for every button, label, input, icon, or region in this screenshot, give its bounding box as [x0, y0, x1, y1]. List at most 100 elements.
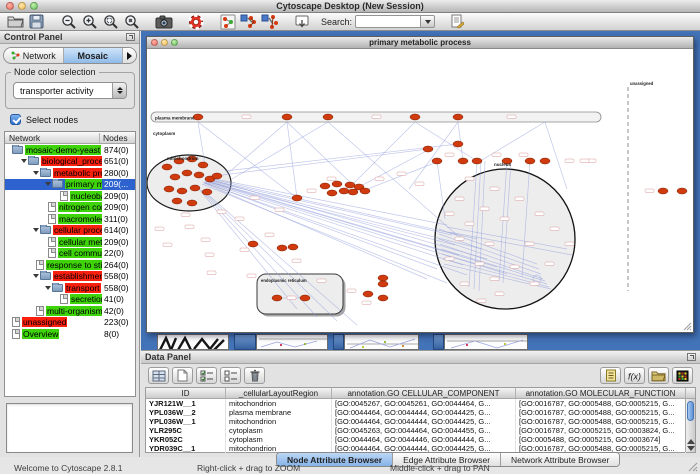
float-panel-icon[interactable] — [687, 353, 696, 361]
tree-row[interactable]: secretion41(0) — [5, 294, 135, 306]
network-node[interactable] — [170, 174, 180, 180]
network-node[interactable] — [187, 200, 197, 206]
network-node[interactable] — [363, 291, 373, 297]
tree-expand-icon[interactable] — [44, 286, 52, 290]
tree-row[interactable]: biological_process651(0) — [5, 156, 135, 168]
attribute-matrix-icon[interactable] — [148, 367, 169, 384]
tab-network-attribute-browser[interactable]: Network Attribute Browser — [501, 453, 619, 466]
network-node[interactable] — [453, 141, 463, 147]
tree-row[interactable]: cell communicat22(0) — [5, 248, 135, 260]
network-node[interactable] — [453, 114, 463, 120]
tree-row[interactable]: transport558(0) — [5, 282, 135, 294]
zoom-out-icon[interactable] — [58, 13, 79, 30]
background-window-fragment[interactable] — [344, 334, 419, 350]
scroll-down-icon[interactable] — [687, 446, 695, 451]
tree-row[interactable]: primary metabo209(... — [5, 179, 135, 191]
save-icon[interactable] — [26, 13, 47, 30]
network-node[interactable] — [327, 190, 337, 196]
heatmap-view-icon[interactable] — [672, 367, 693, 384]
annotation-box-icon[interactable] — [291, 13, 312, 30]
node-color-dropdown[interactable]: transporter activity — [13, 82, 127, 99]
birds-eye-view[interactable] — [6, 403, 133, 453]
float-panel-icon[interactable] — [126, 33, 135, 41]
import-attributes-folder-icon[interactable] — [648, 367, 669, 384]
network-node[interactable] — [410, 114, 420, 120]
network-node[interactable] — [190, 185, 200, 191]
tree-row[interactable]: response to stimulu264(0) — [5, 259, 135, 271]
tree-row[interactable]: nucleobase-209(0) — [5, 190, 135, 202]
network-node[interactable] — [360, 188, 370, 194]
more-tabs-button[interactable] — [123, 48, 136, 63]
tree-column-nodes[interactable]: Nodes — [100, 133, 135, 143]
network-node[interactable] — [182, 170, 192, 176]
network-node[interactable] — [378, 275, 388, 281]
network-node[interactable] — [164, 186, 174, 192]
network-node[interactable] — [248, 241, 258, 247]
network-node[interactable] — [288, 244, 298, 250]
tree-row[interactable]: multi-organism pro42(0) — [5, 305, 135, 317]
tree-expand-icon[interactable] — [32, 171, 40, 175]
network-node[interactable] — [339, 188, 349, 194]
network-node[interactable] — [194, 172, 204, 178]
table-column-header[interactable]: annotation.GO CELLULAR_COMPONENT — [332, 388, 516, 398]
network-node[interactable] — [458, 158, 468, 164]
background-window-titlebar[interactable] — [333, 334, 344, 350]
tree-expand-icon[interactable] — [20, 159, 28, 163]
app-resize-grip[interactable] — [687, 461, 698, 472]
network-overview-icon[interactable] — [217, 13, 238, 30]
app-titlebar[interactable]: Cytoscape Desktop (New Session) — [0, 0, 700, 13]
network-node[interactable] — [202, 189, 212, 195]
table-column-header[interactable]: annotation.GO MOLECULAR_FUNCTION — [516, 388, 686, 398]
network-node[interactable] — [345, 182, 355, 188]
network-node[interactable] — [378, 295, 388, 301]
tree-row[interactable]: nitrogen compo209(0) — [5, 202, 135, 214]
background-window-fragment[interactable] — [444, 334, 528, 350]
tab-network[interactable]: Network — [4, 48, 64, 63]
table-row[interactable]: YLR295Ccytoplasm[GO:0045263, GO:0044464,… — [146, 426, 695, 435]
tree-row[interactable]: cellular process614(0) — [5, 225, 135, 237]
network-node[interactable] — [320, 183, 330, 189]
network-node[interactable] — [212, 173, 222, 179]
tab-mosaic[interactable]: Mosaic — [64, 48, 124, 63]
network-node[interactable] — [177, 188, 187, 194]
tree-expand-icon[interactable] — [32, 228, 40, 232]
network-node[interactable] — [423, 146, 433, 152]
scrollbar-arrows[interactable] — [686, 439, 696, 451]
table-row[interactable]: YJR121W__1mitochondrion[GO:0045267, GO:0… — [146, 399, 695, 408]
scroll-up-icon[interactable] — [687, 439, 695, 444]
search-dropdown-button[interactable] — [421, 15, 435, 28]
tree-row[interactable]: establishment of lo558(0) — [5, 271, 135, 283]
new-attribute-icon[interactable] — [172, 367, 193, 384]
zoom-in-icon[interactable] — [79, 13, 100, 30]
function-builder-icon[interactable]: f(x) — [624, 367, 645, 384]
table-column-header[interactable]: _cellularLayoutRegion — [226, 388, 332, 398]
network-node[interactable] — [300, 295, 310, 301]
tree-row[interactable]: macromolecule311(0) — [5, 213, 135, 225]
help-ring-icon[interactable] — [185, 13, 206, 30]
network-node[interactable] — [282, 114, 292, 120]
zoom-fit-icon[interactable] — [100, 13, 121, 30]
table-row[interactable]: YPL036W__2plasma membrane[GO:0044464, GO… — [146, 408, 695, 417]
tree-row[interactable]: cellular metabol209(0) — [5, 236, 135, 248]
network-node[interactable] — [658, 188, 668, 194]
select-attributes-icon[interactable] — [196, 367, 217, 384]
background-window-titlebar[interactable] — [234, 334, 256, 350]
network-node[interactable] — [348, 189, 358, 195]
window-resize-grip[interactable] — [682, 321, 692, 331]
tree-row[interactable]: Overview8(0) — [5, 328, 135, 340]
background-window-fragment[interactable] — [256, 334, 328, 350]
network-node[interactable] — [198, 162, 208, 168]
network-node[interactable] — [472, 158, 482, 164]
tree-expand-icon[interactable] — [44, 182, 52, 186]
snapshot-camera-icon[interactable] — [153, 13, 174, 30]
tree-expand-icon[interactable] — [32, 274, 40, 278]
network-node[interactable] — [378, 281, 388, 287]
tree-row[interactable]: mosaic-demo-yeast874(0) — [5, 144, 135, 156]
network-node[interactable] — [540, 158, 550, 164]
network-node[interactable] — [272, 295, 282, 301]
background-window-fragment[interactable] — [157, 334, 229, 350]
network-node[interactable] — [432, 158, 442, 164]
search-input[interactable] — [355, 15, 421, 28]
open-folder-icon[interactable] — [5, 13, 26, 30]
network-canvas[interactable]: plasma membranecytoplasmmitochondrionnuc… — [147, 49, 693, 332]
